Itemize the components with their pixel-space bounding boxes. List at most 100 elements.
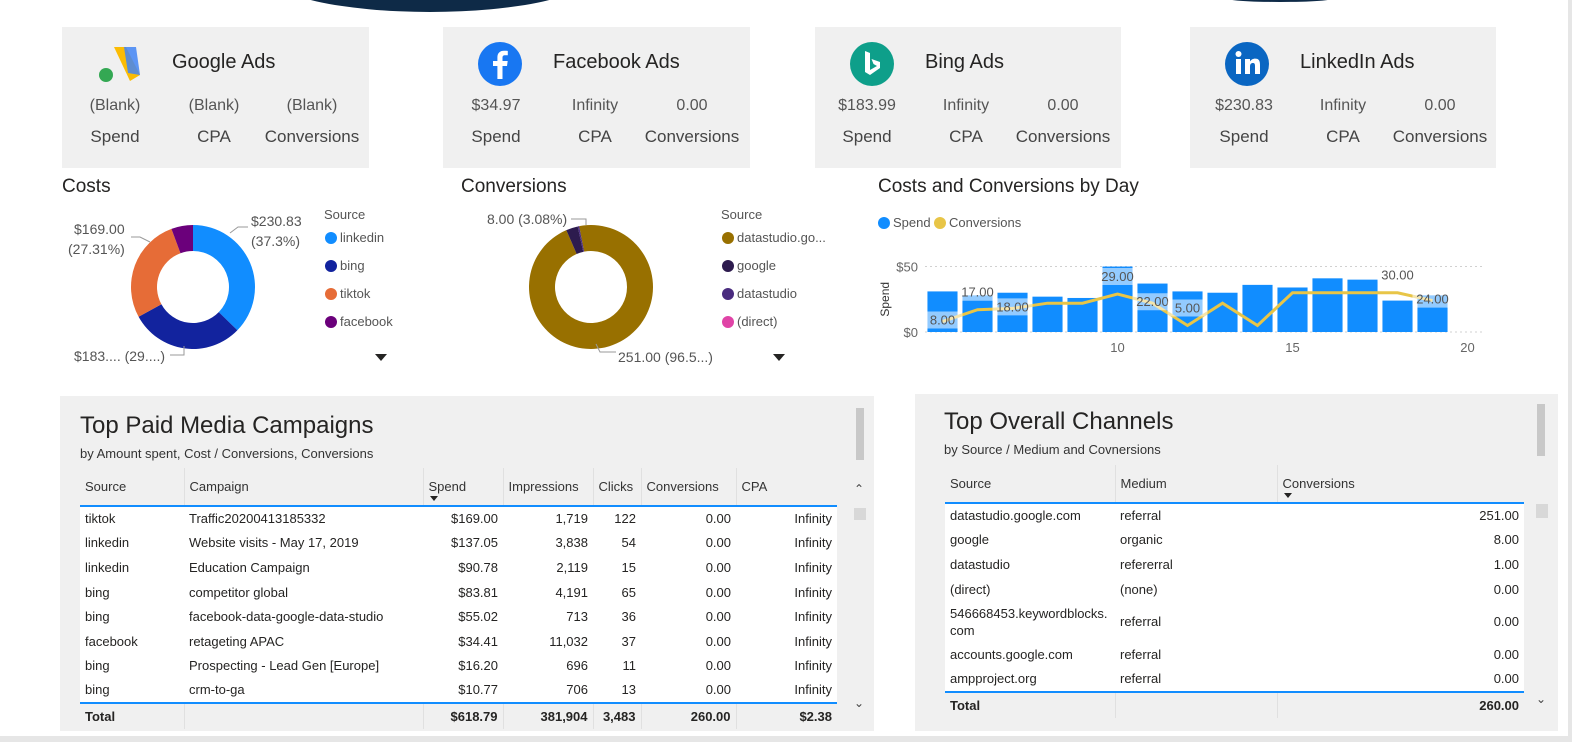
- table-row[interactable]: datastudio.google.com referral 251.00: [945, 503, 1524, 528]
- bing-ads-card: Bing Ads $183.99 Spend Infinity CPA 0.00 Co…: [815, 27, 1121, 168]
- table-row[interactable]: bing Prospecting - Lead Gen [Europe] $16.2…: [80, 654, 837, 679]
- panel-title: Top Overall Channels: [944, 408, 1174, 435]
- scrollbar-thumb[interactable]: [856, 408, 864, 460]
- table-row[interactable]: datastudio refererral 1.00: [945, 552, 1524, 577]
- x-tick-label: 10: [1110, 340, 1124, 355]
- legend-label: tiktok: [340, 286, 371, 301]
- table-cell: tiktok: [85, 511, 116, 527]
- table-cell: 37: [621, 633, 636, 649]
- scroll-up-icon[interactable]: ⌃: [854, 482, 864, 496]
- panel-title: Top Paid Media Campaigns: [80, 412, 374, 439]
- total-cell: 381,904: [502, 701, 593, 729]
- legend-item-tiktok[interactable]: tiktok: [325, 286, 370, 301]
- legend-item-spend[interactable]: Spend: [878, 215, 931, 230]
- legend-expand-icon[interactable]: [375, 354, 387, 361]
- table-cell: accounts.google.com: [950, 647, 1073, 663]
- table-cell: 8.00: [1493, 532, 1519, 548]
- table-cell: Prospecting - Lead Gen [Europe]: [189, 658, 380, 674]
- table-cell: Infinity: [794, 633, 832, 649]
- legend-item-facebook[interactable]: facebook: [325, 314, 393, 329]
- table-cell: competitor global: [189, 584, 288, 600]
- table-row[interactable]: ampproject.org referral 0.00: [945, 667, 1524, 692]
- column-header[interactable]: Impressions: [502, 468, 593, 507]
- data-label: 24.00: [1416, 292, 1449, 307]
- table-row[interactable]: (direct) (none) 0.00: [945, 577, 1524, 602]
- panel-subtitle: by Amount spent, Cost / Conversions, Con…: [80, 446, 374, 461]
- table-cell: google: [950, 532, 990, 548]
- table-cell: 36: [621, 609, 636, 625]
- column-header[interactable]: CPA: [735, 468, 837, 507]
- linkedin-logo-icon: [1225, 42, 1269, 86]
- table-row[interactable]: accounts.google.com referral 0.00: [945, 642, 1524, 667]
- table-cell: bing: [85, 584, 110, 600]
- table-cell: 546668453.keywordblocks. com: [950, 605, 1108, 638]
- column-header[interactable]: Conversions: [1276, 465, 1524, 504]
- legend-dot-icon: [722, 259, 734, 272]
- legend-item-direct[interactable]: (direct): [722, 314, 777, 329]
- scrollbar-thumb[interactable]: [1537, 404, 1545, 456]
- data-label: 30.00: [1381, 268, 1414, 283]
- y-tick-label: $50: [896, 260, 918, 275]
- y-tick-label: $0: [904, 325, 918, 340]
- legend-expand-icon[interactable]: [773, 354, 785, 361]
- table-cell: bing: [85, 682, 110, 698]
- table-row[interactable]: google organic 8.00: [945, 528, 1524, 553]
- legend-item-datastudio[interactable]: datastudio: [722, 286, 797, 301]
- table-row[interactable]: bing crm-to-ga $10.77 706 13 0.00 Infinity: [80, 678, 837, 703]
- table-cell: $83.81: [458, 584, 498, 600]
- data-label: 5.00: [1175, 300, 1200, 315]
- column-header[interactable]: Medium: [1114, 465, 1277, 504]
- table-cell: facebook: [85, 633, 138, 649]
- table-row[interactable]: bing facebook-data-google-data-studio $55.…: [80, 604, 837, 629]
- legend-item-linkedin[interactable]: linkedin: [325, 230, 384, 245]
- table-cell: 0.00: [705, 559, 731, 575]
- table-cell: Infinity: [794, 658, 832, 674]
- scrollbar-thumb[interactable]: [1536, 504, 1548, 518]
- legend-title: Source: [324, 207, 366, 222]
- table-cell: 11,032: [549, 633, 588, 649]
- legend-label: datastudio: [737, 286, 797, 301]
- table-cell: Infinity: [794, 682, 832, 698]
- spend-bar[interactable]: [1312, 278, 1343, 332]
- table-row[interactable]: tiktok Traffic20200413185332 $169.00 1,719 1…: [80, 506, 837, 531]
- total-cell: 260.00: [1276, 690, 1524, 718]
- table-row[interactable]: 546668453.keywordblocks. com referral 0.00: [945, 601, 1524, 642]
- column-header[interactable]: Source: [945, 465, 1115, 504]
- column-header[interactable]: Clicks: [592, 468, 641, 507]
- spend-bar[interactable]: [1382, 300, 1413, 332]
- table-cell: $90.78: [458, 559, 498, 575]
- spend-label: Spend: [842, 127, 892, 146]
- column-header[interactable]: Conversions: [640, 468, 736, 507]
- table-row[interactable]: linkedin Education Campaign $90.78 2,119 15 0…: [80, 555, 837, 580]
- column-header[interactable]: Spend: [422, 468, 503, 507]
- table-cell: refererral: [1120, 556, 1173, 572]
- table-cell: (none): [1120, 581, 1158, 597]
- spend-value: $183.99: [838, 97, 896, 114]
- x-tick-label: 20: [1460, 340, 1474, 355]
- table-cell: Infinity: [794, 559, 832, 575]
- total-cell: 260.00: [640, 701, 736, 729]
- frame-edge-bottom: [0, 736, 1572, 742]
- legend-dot-icon: [325, 259, 337, 272]
- table-cell: 11: [622, 658, 637, 674]
- table-cell: Infinity: [794, 584, 832, 600]
- scrollbar-thumb[interactable]: [854, 508, 866, 520]
- legend-item-datastudio-google[interactable]: datastudio.go...: [722, 230, 826, 245]
- legend-dot-icon: [934, 216, 946, 229]
- table-row[interactable]: bing competitor global $83.81 4,191 65 0.00 In…: [80, 580, 837, 605]
- scroll-down-icon[interactable]: ⌄: [1536, 692, 1546, 706]
- legend-item-bing[interactable]: bing: [325, 258, 365, 273]
- card-title: LinkedIn Ads: [1300, 51, 1415, 73]
- legend-item-google[interactable]: google: [722, 258, 776, 273]
- spend-bar[interactable]: [1347, 279, 1378, 332]
- sort-desc-icon: [429, 496, 438, 501]
- legend-item-conversions[interactable]: Conversions: [934, 215, 1021, 230]
- spend-bar[interactable]: [1207, 292, 1238, 332]
- table-cell: 1,719: [555, 511, 588, 527]
- table-row[interactable]: facebook retageting APAC $34.41 11,032 37 0.0…: [80, 629, 837, 654]
- column-header[interactable]: Campaign: [183, 468, 423, 507]
- column-header[interactable]: Source: [80, 468, 184, 507]
- scroll-down-icon[interactable]: ⌄: [854, 696, 864, 710]
- panel-subtitle: by Source / Medium and Covnersions: [944, 442, 1161, 457]
- table-row[interactable]: linkedin Website visits - May 17, 2019 $13…: [80, 531, 837, 556]
